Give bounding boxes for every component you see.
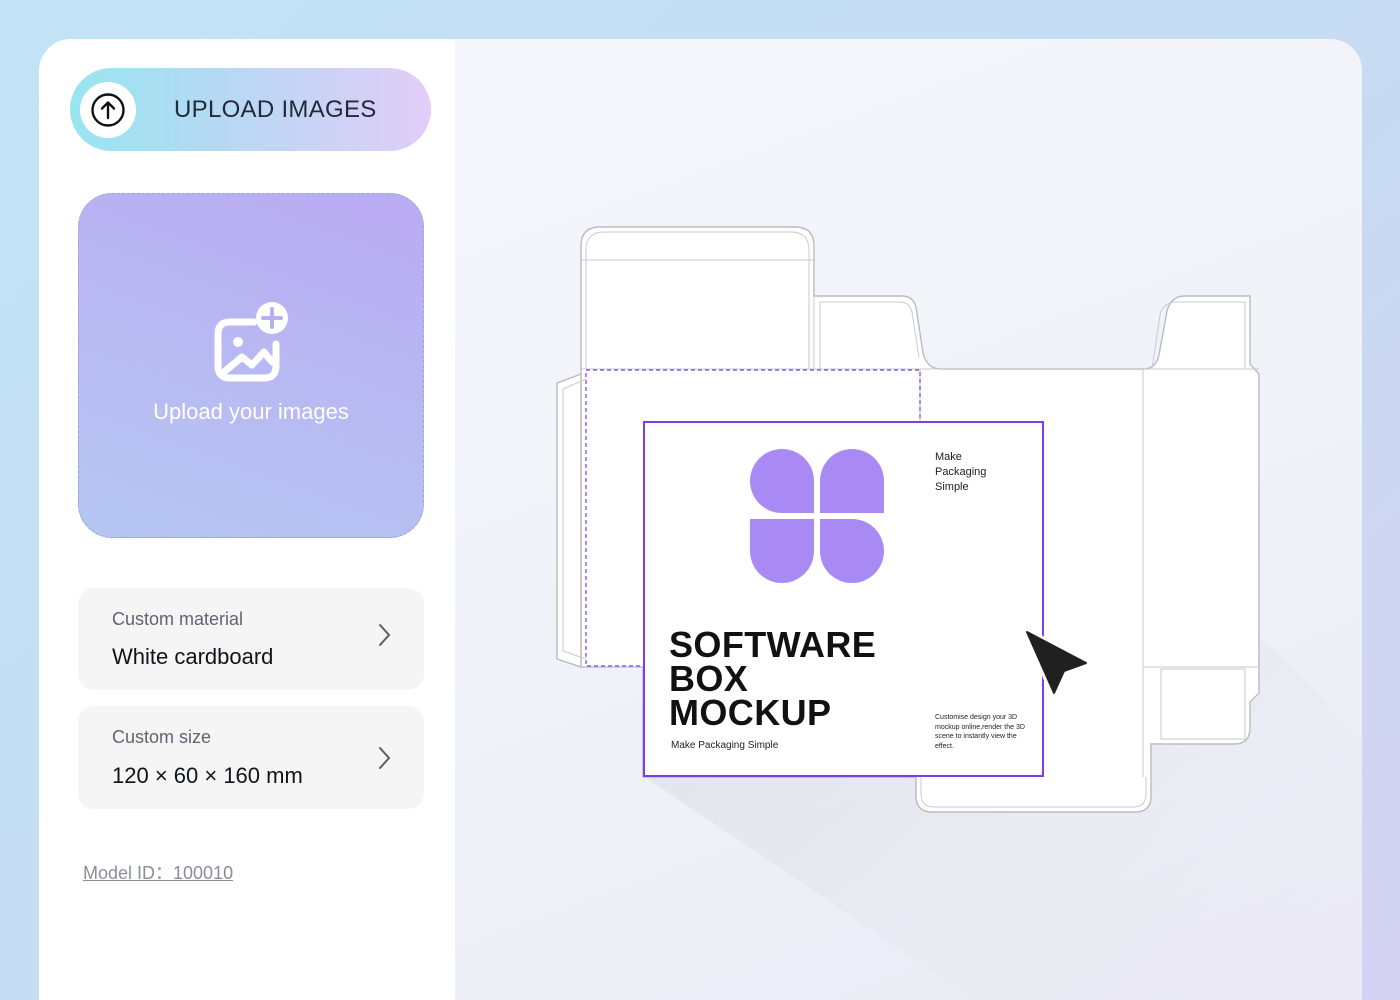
image-dropzone[interactable]: Upload your images	[78, 193, 424, 538]
dropzone-text: Upload your images	[153, 399, 349, 424]
box-title-line: SOFTWARE	[669, 624, 877, 665]
chevron-right-icon	[378, 745, 392, 776]
size-value: 120 × 60 × 160 mm	[112, 763, 303, 788]
arrow-up-circle-icon	[80, 82, 136, 138]
box-title-line: BOX	[669, 658, 749, 699]
box-tagline: Make Packaging Simple	[671, 740, 779, 751]
box-front-panel[interactable]: Make Packaging Simple SOFTWARE BOX MOCKU…	[643, 421, 1044, 777]
size-caption: Custom size	[112, 727, 212, 747]
box-title: SOFTWARE BOX MOCKUP	[669, 624, 877, 733]
box-description: Customise design your 3D mockup online,r…	[935, 714, 1025, 750]
app-window: UPLOAD IMAGES Upload your images Custom …	[39, 39, 1362, 1000]
side-text: Make Packaging Simple	[935, 450, 986, 495]
side-text-line: Make	[935, 451, 962, 463]
custom-material-card[interactable]: Custom material White cardboard	[78, 588, 424, 690]
chevron-right-icon	[378, 622, 392, 653]
image-add-icon	[210, 302, 294, 391]
preview-canvas[interactable]: Make Packaging Simple SOFTWARE BOX MOCKU…	[455, 39, 1362, 1000]
custom-size-card[interactable]: Custom size 120 × 60 × 160 mm	[78, 706, 424, 809]
upload-images-button[interactable]: UPLOAD IMAGES	[70, 68, 431, 151]
side-text-line: Packaging	[935, 466, 987, 478]
cursor-icon	[1023, 628, 1090, 697]
side-text-line: Simple	[935, 481, 969, 493]
material-value: White cardboard	[112, 644, 274, 669]
model-id-link[interactable]: Model ID：100010	[83, 859, 233, 885]
sidebar: UPLOAD IMAGES Upload your images Custom …	[39, 39, 455, 1000]
material-caption: Custom material	[112, 609, 244, 629]
box-title-line: MOCKUP	[669, 692, 832, 733]
upload-images-label: UPLOAD IMAGES	[174, 96, 377, 123]
brand-logo	[750, 449, 884, 583]
